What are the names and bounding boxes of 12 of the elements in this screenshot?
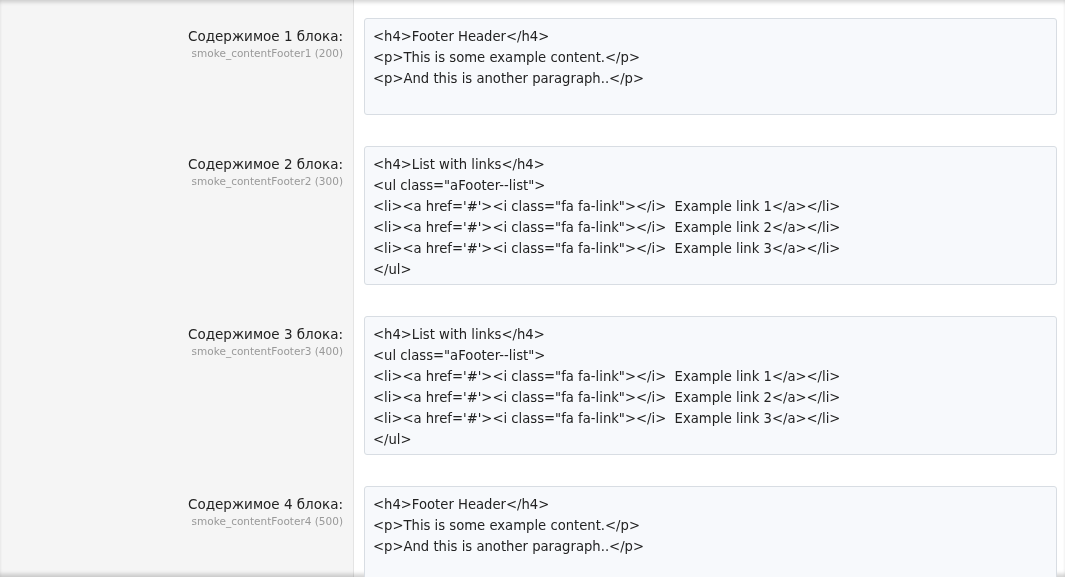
- code-field[interactable]: <h4>List with links</h4> <ul class="aFooter--list"> <li><a href='#'><i class="fa fa-link"></i> Example link 1</a></li> <li><a href='#'><i class="fa fa-link"></i> Example link 2</a></li> <li><a href='#'><i class="fa fa-link"></i> Example link 3</a></li> </ul>: [364, 146, 1057, 285]
- field-key: smoke_contentFooter2 (300): [191, 173, 343, 189]
- code-field[interactable]: <h4>List with links</h4> <ul class="aFooter--list"> <li><a href='#'><i class="fa fa-link"></i> Example link 1</a></li> <li><a href='#'><i class="fa fa-link"></i> Example link 2</a></li> <li><a href='#'><i class="fa fa-link"></i> Example link 3</a></li> </ul>: [364, 316, 1057, 455]
- field-label: Содержимое 2 блока:: [188, 155, 343, 173]
- field-label: Содержимое 1 блока:: [188, 27, 343, 45]
- field-label: Содержимое 4 блока:: [188, 495, 343, 513]
- field-key: smoke_contentFooter3 (400): [191, 343, 343, 359]
- field-label: Содержимое 3 блока:: [188, 325, 343, 343]
- code-field[interactable]: <h4>Footer Header</h4> <p>This is some example content.</p> <p>And this is another paragraph..</p>: [364, 486, 1057, 577]
- field-key: smoke_contentFooter4 (500): [191, 513, 343, 529]
- field-key: smoke_contentFooter1 (200): [191, 45, 343, 61]
- code-field[interactable]: <h4>Footer Header</h4> <p>This is some example content.</p> <p>And this is another paragraph..</p>: [364, 18, 1057, 115]
